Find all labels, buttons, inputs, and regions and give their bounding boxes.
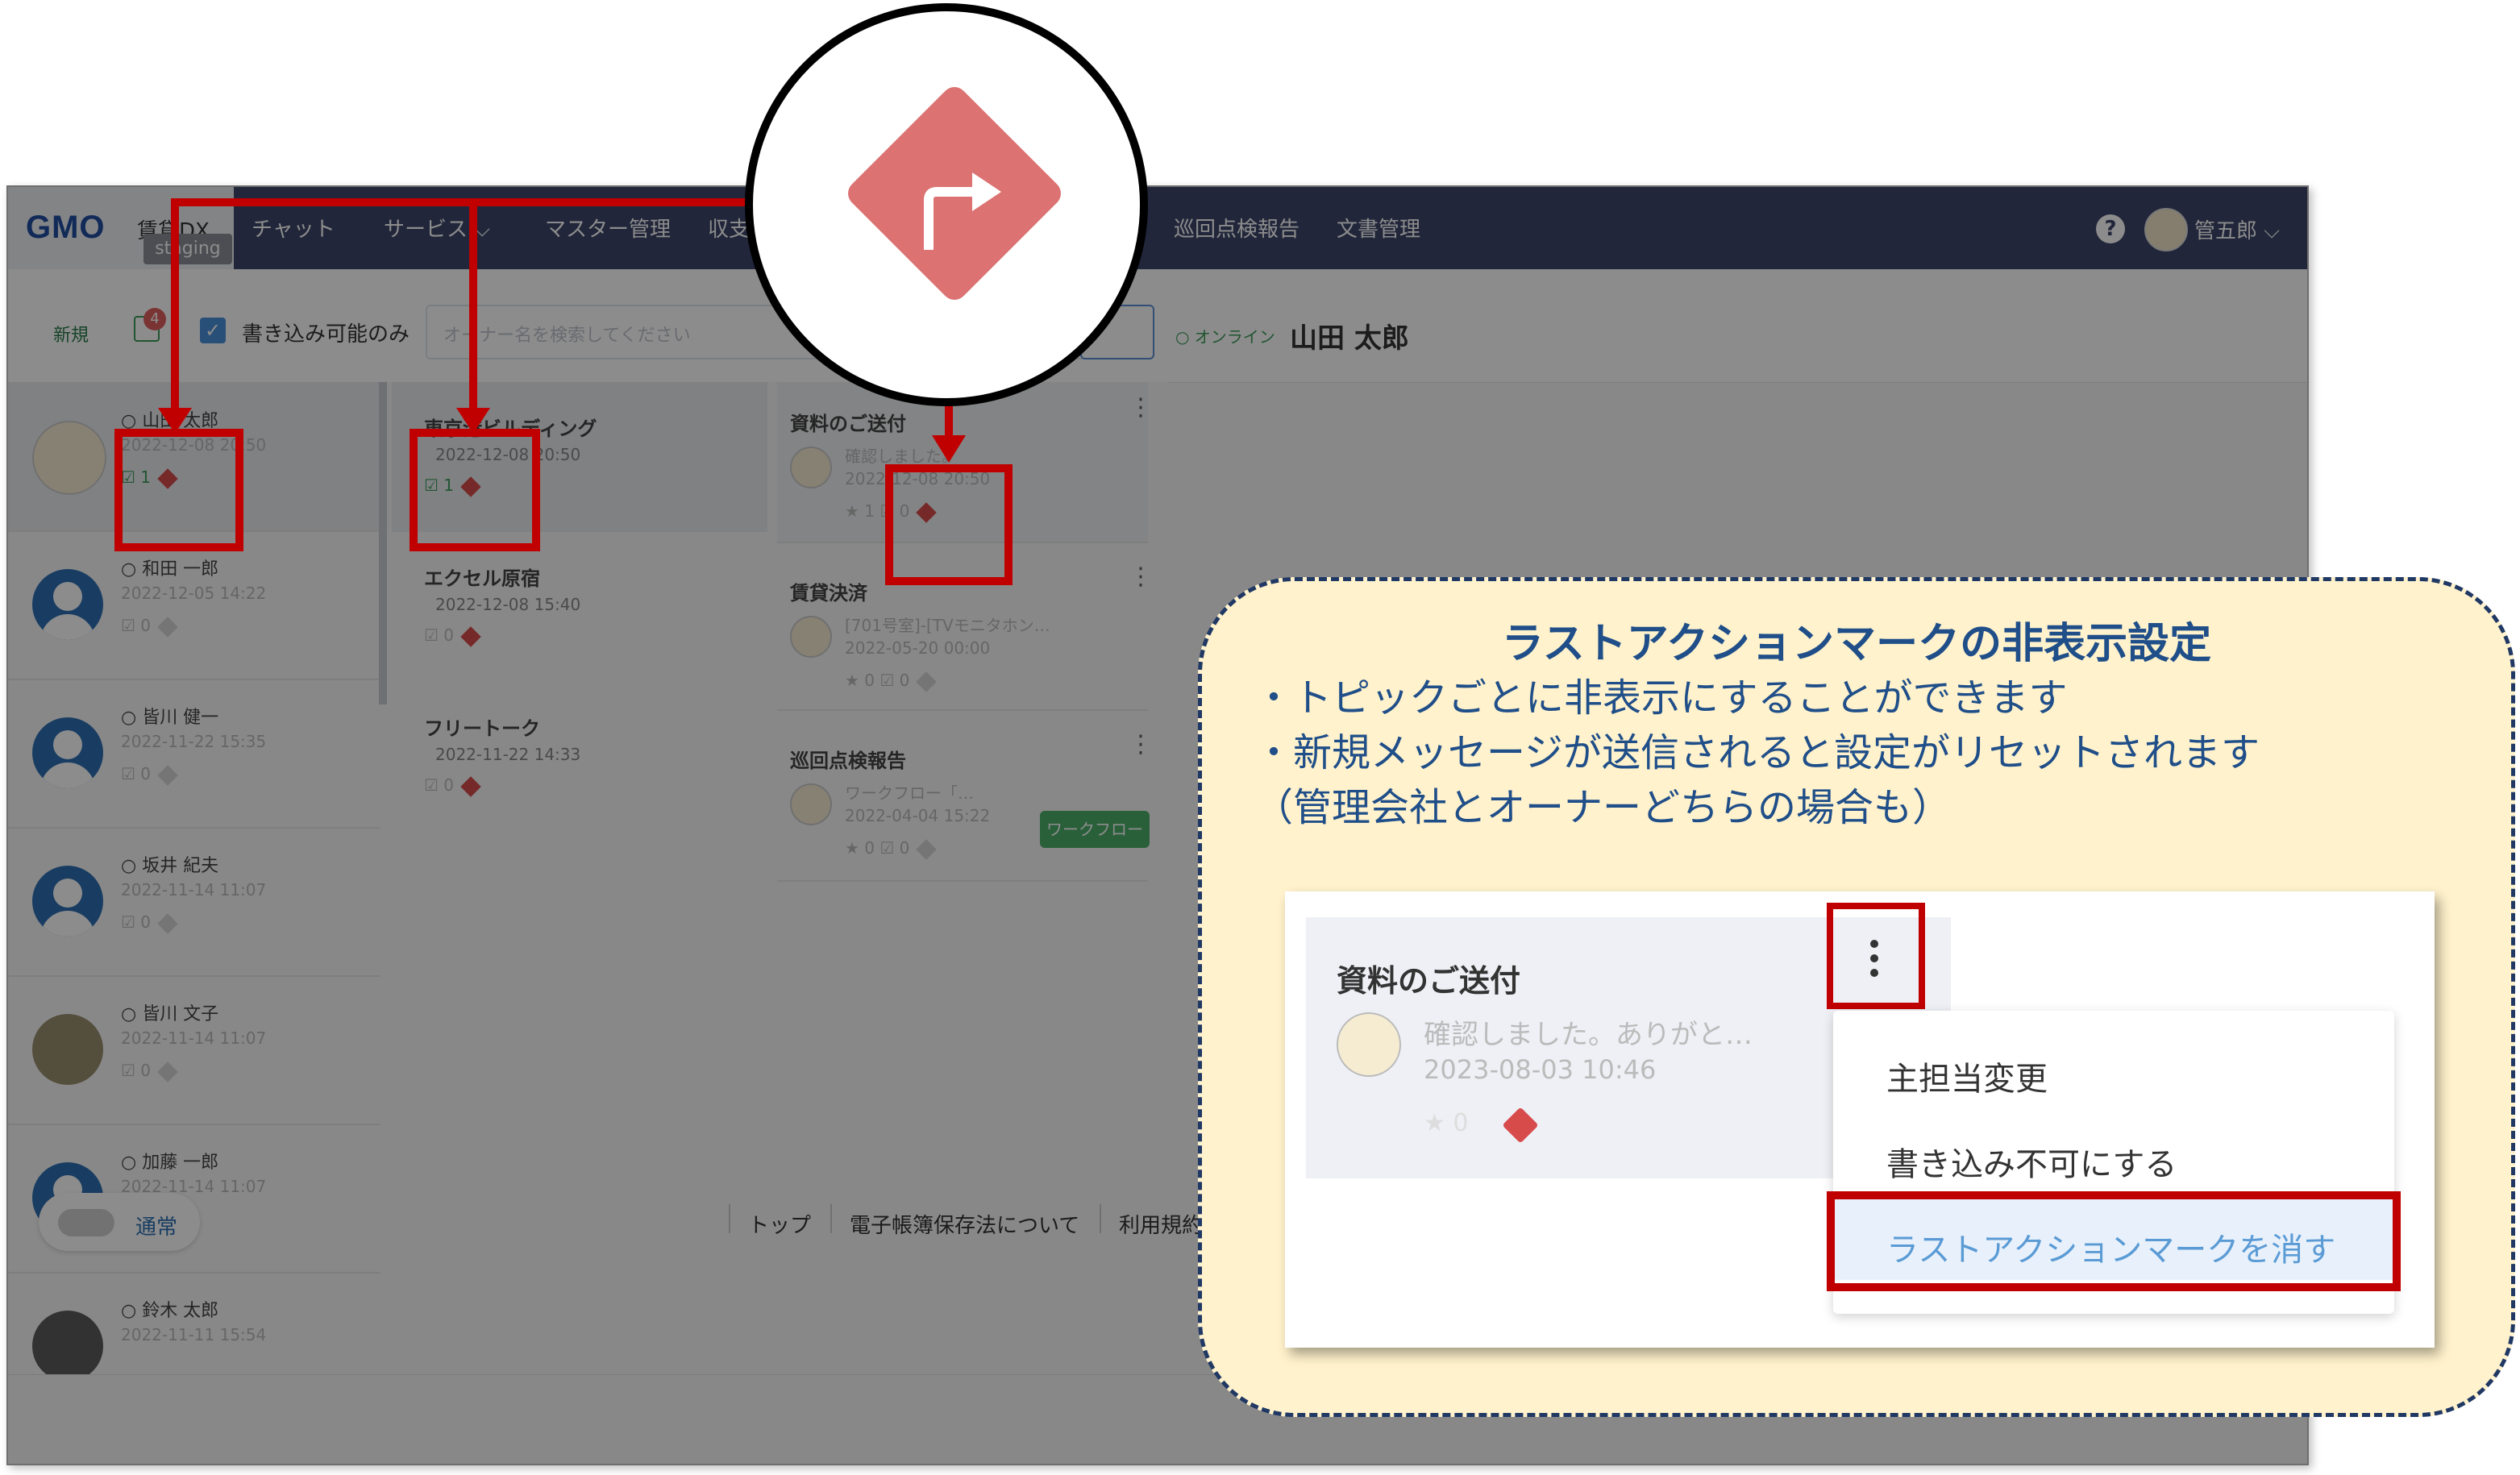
callout-line: ・新規メッセージが送信されると設定がリセットされます	[1254, 730, 2260, 775]
annotation-arrow-line	[945, 403, 953, 435]
thread-stat: ★ 0	[1424, 1109, 1469, 1137]
callout-line: ・トピックごとに非表示にすることができます	[1254, 675, 2068, 721]
menu-item-change-owner[interactable]: 主担当変更	[1886, 1053, 2048, 1099]
highlight-box	[1827, 903, 1925, 1009]
annotation-arrow-line	[171, 198, 751, 206]
menu-item-make-readonly[interactable]: 書き込み不可にする	[1886, 1138, 2177, 1185]
thread-name: 資料のご送付	[1337, 963, 1521, 999]
thread-preview: 確認しました。ありがと…	[1424, 1019, 1753, 1051]
avatar	[1337, 1012, 1401, 1077]
arrowhead-icon	[932, 435, 966, 463]
annotation-arrow-line	[469, 198, 477, 416]
annotation-arrow-line	[171, 198, 179, 416]
thread-time: 2023-08-03 10:46	[1424, 1054, 1657, 1085]
highlight-box	[410, 429, 540, 551]
callout-title: ラストアクションマークの非表示設定	[1501, 620, 2212, 668]
highlight-box	[885, 464, 1013, 585]
turn-right-arrow-icon	[924, 172, 1001, 250]
highlight-box	[1827, 1191, 2401, 1291]
highlight-box	[114, 429, 243, 551]
callout-line: （管理会社とオーナーどちらの場合も）	[1254, 785, 1952, 830]
